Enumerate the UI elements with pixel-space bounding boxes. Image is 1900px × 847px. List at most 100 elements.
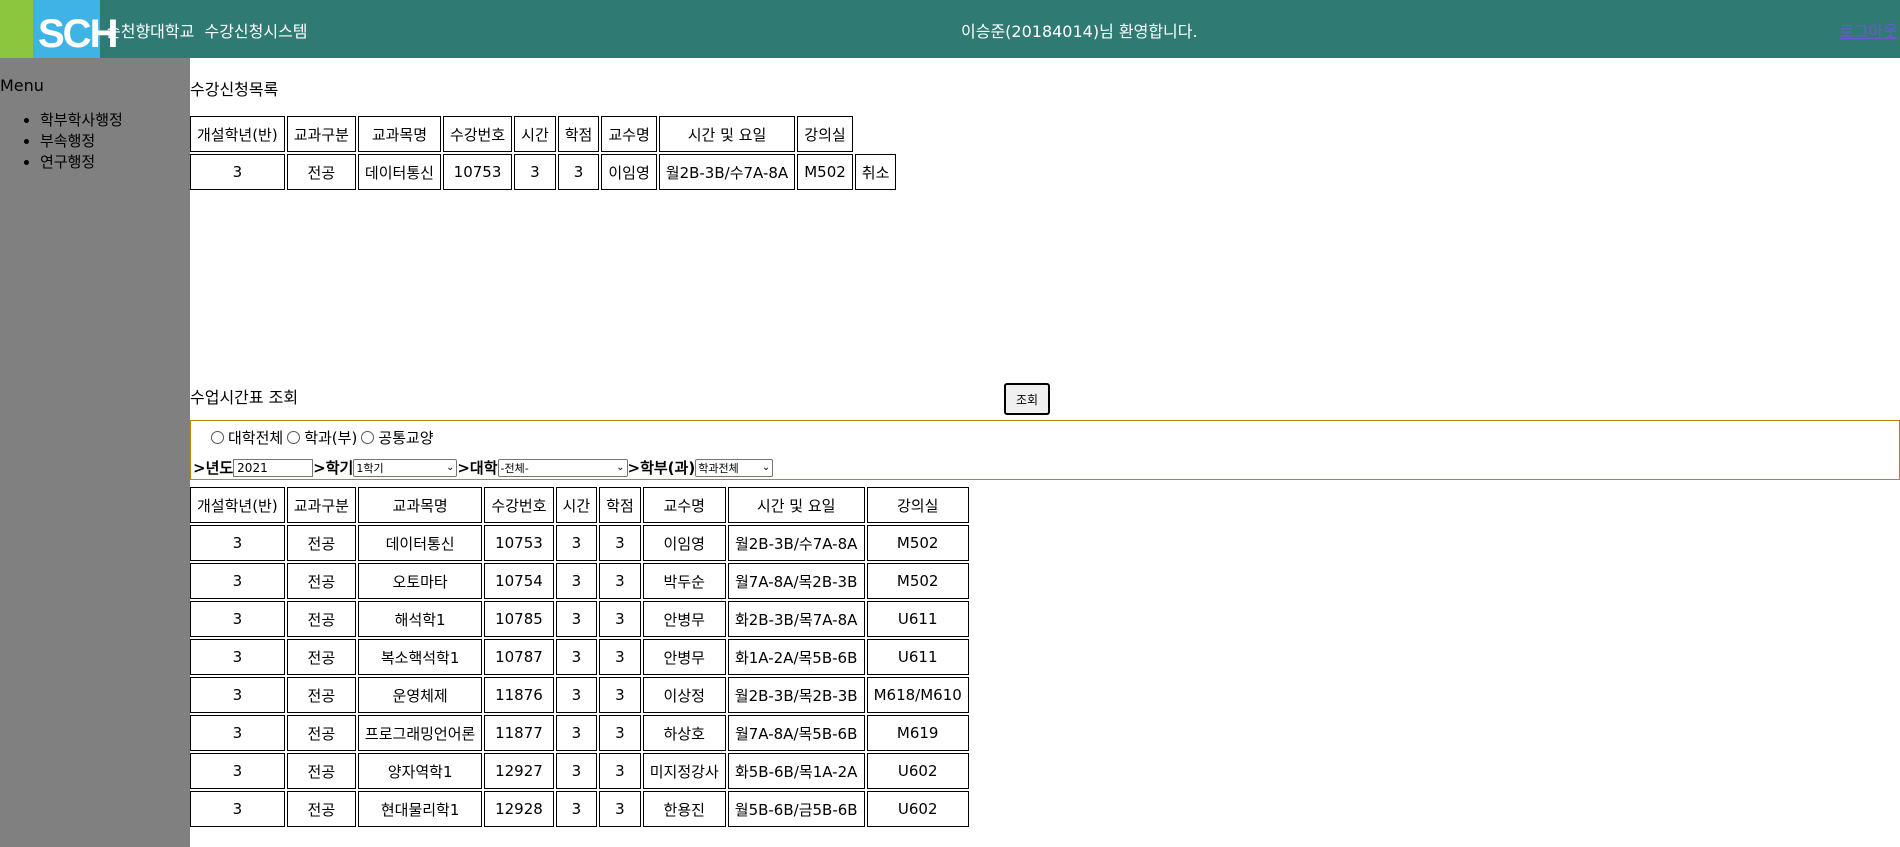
cell-grade: 3 (190, 753, 285, 789)
cell-course-name: 데이터통신 (357, 525, 483, 561)
table-row[interactable]: 3 전공 운영체제 11876 3 3 이상정 월2B-3B/목2B-3B M6… (190, 677, 969, 713)
app-title: 순천향대학교 수강신청시스템 (106, 22, 308, 41)
registered-list-title: 수강신청목록 (190, 80, 279, 99)
cell-grade: 3 (190, 715, 285, 751)
radio-label: 학과(부) (304, 429, 358, 447)
radio-label: 대학전체 (228, 429, 284, 447)
col-header-room: 강의실 (866, 487, 969, 523)
cell-hours: 3 (555, 677, 598, 713)
table-row[interactable]: 3 전공 복소핵석학1 10787 3 3 안병무 화1A-2A/목5B-6B … (190, 639, 969, 675)
cell-course-name: 프로그래밍언어론 (357, 715, 483, 751)
radio-circle-icon (287, 431, 301, 444)
cell-course-number: 10754 (484, 563, 554, 599)
cell-course-name: 데이터통신 (357, 154, 441, 190)
cell-course-number: 10785 (484, 601, 554, 637)
cell-hours: 3 (514, 154, 556, 190)
cell-schedule: 월2B-3B/목2B-3B (727, 677, 865, 713)
logo-lime-block (0, 0, 33, 58)
cell-category: 전공 (286, 791, 356, 827)
welcome-message: 이승준(20184014)님 환영합니다. (961, 22, 1198, 41)
cell-professor: 안병무 (642, 639, 726, 675)
cell-schedule: 화2B-3B/목7A-8A (727, 601, 865, 637)
radio-department[interactable]: 학과(부) (287, 427, 357, 448)
menu-title: Menu (0, 76, 44, 95)
radio-label: 공통교양 (378, 429, 434, 447)
cell-hours: 3 (555, 791, 598, 827)
col-header-grade: 개설학년(반) (190, 487, 285, 523)
col-header-category: 교과구분 (286, 487, 356, 523)
cell-category: 전공 (286, 154, 356, 190)
col-header-grade: 개설학년(반) (190, 116, 285, 152)
cell-room: U611 (866, 601, 969, 637)
year-label: >년도 (193, 459, 234, 477)
cell-schedule: 월7A-8A/목2B-3B (727, 563, 865, 599)
cell-hours: 3 (555, 639, 598, 675)
cell-grade: 3 (190, 525, 285, 561)
cell-credits: 3 (599, 753, 641, 789)
timetable-title: 수업시간표 조회 (190, 388, 299, 407)
chevron-down-icon: ⌄ (616, 462, 625, 473)
search-button[interactable]: 조회 (1004, 383, 1050, 415)
col-header-room: 강의실 (797, 116, 853, 152)
col-header-course-number: 수강번호 (484, 487, 554, 523)
logout-link[interactable]: 로그아웃 (1839, 18, 1898, 42)
chevron-down-icon: ⌄ (761, 462, 771, 473)
main-content: 수강신청목록 개설학년(반) 교과구분 교과목명 수강번호 시간 학점 교수명 … (190, 58, 1900, 847)
cell-course-number: 11876 (484, 677, 554, 713)
radio-all-colleges[interactable]: 대학전체 (211, 427, 283, 448)
logo-text: SCH (38, 12, 118, 56)
col-header-course-number: 수강번호 (442, 116, 513, 152)
cell-professor: 이임영 (601, 154, 657, 190)
menu-item-research-admin[interactable]: 연구행정 (40, 152, 123, 173)
table-row[interactable]: 3 전공 프로그래밍언어론 11877 3 3 하상호 월7A-8A/목5B-6… (190, 715, 969, 751)
radio-general-education[interactable]: 공통교양 (361, 427, 434, 448)
table-row[interactable]: 3 전공 오토마타 10754 3 3 박두순 월7A-8A/목2B-3B M5… (190, 563, 969, 599)
table-row[interactable]: 3 전공 양자역학1 12927 3 3 미지정강사 화5B-6B/목1A-2A… (190, 753, 969, 789)
year-input[interactable]: 2021 (233, 458, 314, 477)
cell-hours: 3 (555, 715, 598, 751)
cell-professor: 하상호 (642, 715, 726, 751)
menu-item-affiliated-admin[interactable]: 부속행정 (40, 131, 123, 152)
semester-select-value: 1학기 (356, 461, 384, 475)
sch-logo: SCH (0, 0, 118, 58)
cell-category: 전공 (286, 639, 356, 675)
col-header-course-name: 교과목명 (357, 116, 441, 152)
cell-grade: 3 (190, 154, 285, 190)
semester-select[interactable]: 1학기 ⌄ (353, 458, 458, 477)
college-select[interactable]: -전체- ⌄ (497, 458, 628, 477)
cell-professor: 안병무 (642, 601, 726, 637)
cell-room: M502 (866, 563, 969, 599)
cell-course-number: 10753 (484, 525, 554, 561)
cell-course-number: 12927 (484, 753, 554, 789)
cell-grade: 3 (190, 791, 285, 827)
col-header-hours: 시간 (514, 116, 556, 152)
cell-credits: 3 (599, 715, 641, 751)
cell-room: U602 (866, 791, 969, 827)
cell-course-name: 현대물리학1 (357, 791, 483, 827)
cell-professor: 미지정강사 (642, 753, 726, 789)
cell-course-number: 11877 (484, 715, 554, 751)
cell-credits: 3 (599, 601, 641, 637)
cell-schedule: 월2B-3B/수7A-8A (658, 154, 796, 190)
department-select[interactable]: 학과전체 ⌄ (695, 458, 774, 477)
cell-credits: 3 (599, 525, 641, 561)
cancel-button[interactable]: 취소 (854, 154, 897, 190)
cell-credits: 3 (599, 677, 641, 713)
cell-credits: 3 (599, 563, 641, 599)
registered-header-row: 개설학년(반) 교과구분 교과목명 수강번호 시간 학점 교수명 시간 및 요일… (190, 116, 896, 152)
cell-course-number: 12928 (484, 791, 554, 827)
menu-item-undergrad-admin[interactable]: 학부학사행정 (40, 110, 123, 131)
cell-room: M502 (866, 525, 969, 561)
cell-credits: 3 (557, 154, 600, 190)
registered-row: 3 전공 데이터통신 10753 3 3 이임영 월2B-3B/수7A-8A M… (190, 154, 897, 190)
radio-circle-icon (361, 431, 375, 444)
cell-course-name: 양자역학1 (357, 753, 483, 789)
table-row[interactable]: 3 전공 해석학1 10785 3 3 안병무 화2B-3B/목7A-8A U6… (190, 601, 969, 637)
cell-hours: 3 (555, 563, 598, 599)
table-row[interactable]: 3 전공 데이터통신 10753 3 3 이임영 월2B-3B/수7A-8A M… (190, 525, 969, 561)
table-row[interactable]: 3 전공 현대물리학1 12928 3 3 한용진 월5B-6B/금5B-6B … (190, 791, 969, 827)
col-header-course-name: 교과목명 (357, 487, 483, 523)
col-header-professor: 교수명 (601, 116, 657, 152)
cell-hours: 3 (555, 753, 598, 789)
cell-course-number: 10787 (484, 639, 554, 675)
